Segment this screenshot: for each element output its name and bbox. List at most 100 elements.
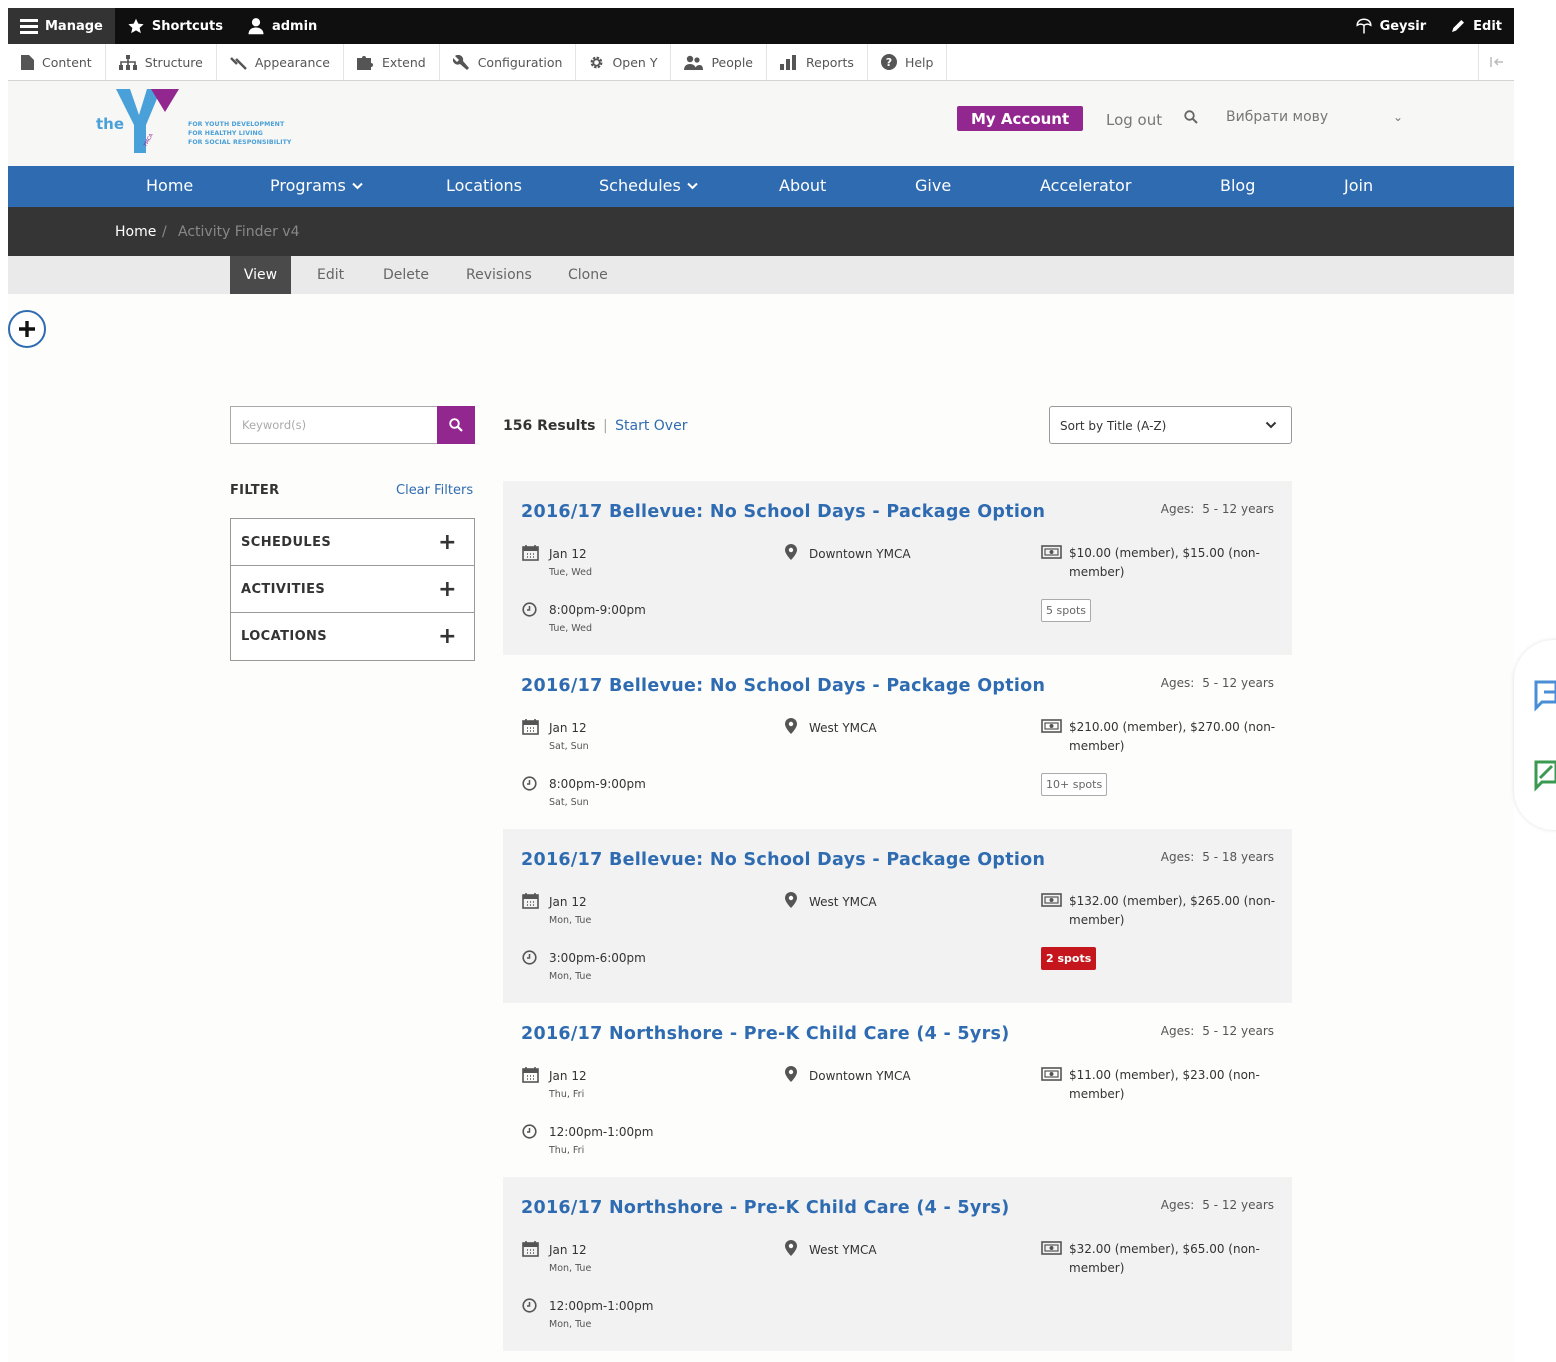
filter-label: SCHEDULES <box>241 534 332 550</box>
price-line: $11.00 (member), $23.00 (non- <box>1069 1068 1260 1082</box>
feedback-widget[interactable] <box>1514 640 1556 830</box>
price-line: member) <box>1069 565 1125 579</box>
file-icon <box>21 54 34 70</box>
menu-label: Content <box>42 54 92 70</box>
logout-link[interactable]: Log out <box>1106 111 1162 129</box>
language-select[interactable]: Вибрати мову <box>1226 109 1328 125</box>
money-icon <box>1041 1067 1062 1081</box>
keyword-input[interactable] <box>231 407 437 443</box>
price-line: $132.00 (member), $265.00 (non- <box>1069 894 1276 908</box>
manage-button[interactable]: Manage <box>8 8 115 44</box>
chevron-down-icon[interactable]: ⌄ <box>1393 110 1403 124</box>
tab-view[interactable]: View <box>230 256 291 294</box>
edit-toolbar-button[interactable]: Edit <box>1438 8 1514 44</box>
nav-schedules[interactable]: Schedules <box>599 176 698 195</box>
time-days: Thu, Fri <box>549 1145 585 1156</box>
calendar-icon <box>522 1067 539 1083</box>
date-days: Tue, Wed <box>549 567 592 578</box>
gear-icon <box>591 56 603 68</box>
add-comment-icon <box>1534 680 1556 712</box>
activity-title-link[interactable]: 2016/17 Bellevue: No School Days - Packa… <box>521 850 1045 870</box>
menu-label: Extend <box>381 54 426 70</box>
money-icon <box>1041 719 1062 733</box>
date-value: Jan 12 <box>549 1243 587 1257</box>
nav-home[interactable]: Home <box>146 176 193 195</box>
time-field: 8:00pm-9:00pm Sat, Sun <box>549 777 646 808</box>
menu-appearance[interactable]: Appearance <box>217 44 344 80</box>
sort-selected: Sort by Title (A-Z) <box>1060 419 1167 433</box>
menu-label: Appearance <box>254 54 330 70</box>
filter-heading: FILTER <box>230 483 280 498</box>
tagline-line: FOR HEALTHY LIVING <box>188 130 263 137</box>
ages-label: Ages: <box>1160 676 1195 690</box>
filter-activities[interactable]: ACTIVITIES + <box>231 566 474 613</box>
add-block-button[interactable] <box>8 310 46 348</box>
nav-blog[interactable]: Blog <box>1220 176 1255 195</box>
menu-structure[interactable]: Structure <box>106 44 217 80</box>
result-card: 2016/17 Bellevue: No School Days - Packa… <box>503 655 1292 829</box>
plus-icon: + <box>438 529 457 555</box>
clock-icon <box>522 1298 537 1313</box>
filter-locations[interactable]: LOCATIONS + <box>231 613 474 660</box>
results-list: 2016/17 Bellevue: No School Days - Packa… <box>503 481 1292 1351</box>
my-account-button[interactable]: My Account <box>957 106 1084 131</box>
nav-locations[interactable]: Locations <box>446 176 522 195</box>
shortcuts-label: Shortcuts <box>151 18 223 34</box>
search-button[interactable] <box>437 406 475 444</box>
tab-delete[interactable]: Delete <box>383 256 429 294</box>
activity-title-link[interactable]: 2016/17 Bellevue: No School Days - Packa… <box>521 502 1045 522</box>
nav-accelerator[interactable]: Accelerator <box>1040 176 1131 195</box>
activity-title-link[interactable]: 2016/17 Bellevue: No School Days - Packa… <box>521 676 1045 696</box>
search-icon[interactable] <box>1184 110 1198 124</box>
menu-people[interactable]: People <box>671 44 767 80</box>
shortcuts-button[interactable]: Shortcuts <box>115 8 235 44</box>
menu-extend[interactable]: Extend <box>344 44 440 80</box>
filter-schedules[interactable]: SCHEDULES + <box>231 519 474 566</box>
clock-icon <box>522 1124 537 1139</box>
sort-select[interactable]: Sort by Title (A-Z) <box>1049 406 1292 444</box>
start-over-link[interactable]: Start Over <box>615 418 687 434</box>
activity-title-link[interactable]: 2016/17 Northshore - Pre-K Child Care (4… <box>521 1198 1010 1218</box>
time-field: 3:00pm-6:00pm Mon, Tue <box>549 951 646 982</box>
tab-clone[interactable]: Clone <box>568 256 608 294</box>
tab-edit[interactable]: Edit <box>317 256 344 294</box>
ages-value: 5 - 12 years <box>1202 1024 1274 1038</box>
edit-comment-icon <box>1534 760 1556 792</box>
price-field: $132.00 (member), $265.00 (non-member) <box>1069 892 1275 930</box>
menu-help[interactable]: ? Help <box>868 44 948 80</box>
menu-reports[interactable]: Reports <box>767 44 868 80</box>
ages: Ages: 5 - 12 years <box>1161 676 1274 690</box>
spots-badge: 10+ spots <box>1041 773 1108 796</box>
ages-label: Ages: <box>1160 1198 1195 1212</box>
nav-about[interactable]: About <box>779 176 826 195</box>
user-label: admin <box>271 18 318 34</box>
ages: Ages: 5 - 18 years <box>1161 850 1274 864</box>
filter-panel: SCHEDULES + ACTIVITIES + LOCATIONS + <box>230 518 475 661</box>
menu-open-y[interactable]: Open Y <box>576 44 672 80</box>
user-button[interactable]: admin <box>235 8 329 44</box>
nav-give[interactable]: Give <box>915 176 951 195</box>
nav-join[interactable]: Join <box>1344 176 1373 195</box>
site-header: the YMCA FOR YOUTH DEVELOPMENT FOR HEALT… <box>8 81 1514 166</box>
menu-content[interactable]: Content <box>8 44 106 80</box>
ymca-logo-mark: the YMCA <box>96 89 179 153</box>
time-value: 8:00pm-9:00pm <box>549 603 646 617</box>
money-icon <box>1041 1241 1062 1255</box>
tab-revisions[interactable]: Revisions <box>466 256 532 294</box>
nav-label: Locations <box>446 176 523 195</box>
calendar-icon <box>522 719 539 735</box>
results-summary: 156 Results | Start Over <box>503 418 687 434</box>
menu-configuration[interactable]: Configuration <box>440 44 577 80</box>
geysir-button[interactable]: Geysir <box>1343 8 1439 44</box>
collapse-toolbar-button[interactable] <box>1478 44 1514 80</box>
filter-label: ACTIVITIES <box>241 581 326 597</box>
price-line: member) <box>1069 1087 1125 1101</box>
breadcrumb-home-link[interactable]: Home <box>115 224 156 240</box>
price-line: $210.00 (member), $270.00 (non- <box>1069 720 1276 734</box>
price-line: member) <box>1069 913 1125 927</box>
location-value: Downtown YMCA <box>809 1069 911 1083</box>
nav-programs[interactable]: Programs <box>270 176 363 195</box>
clear-filters-link[interactable]: Clear Filters <box>396 483 473 498</box>
activity-title-link[interactable]: 2016/17 Northshore - Pre-K Child Care (4… <box>521 1024 1010 1044</box>
ages: Ages: 5 - 12 years <box>1161 502 1274 516</box>
